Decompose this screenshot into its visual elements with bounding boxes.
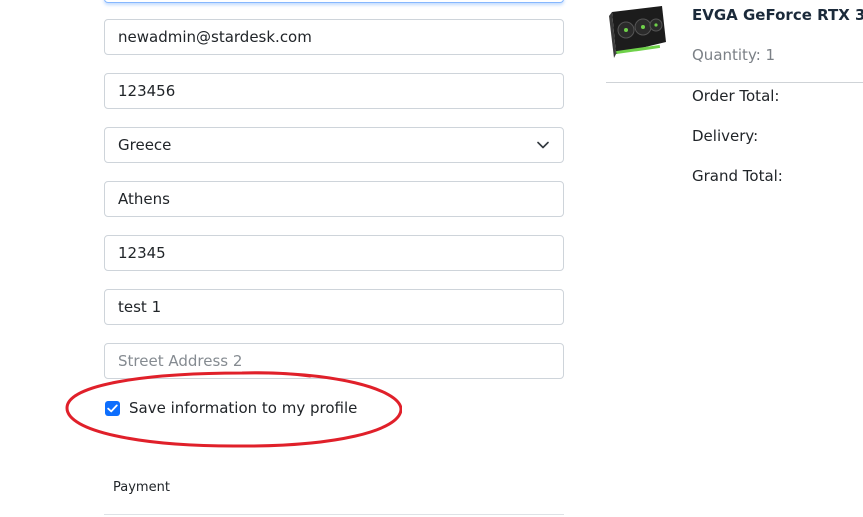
chevron-down-icon — [537, 141, 549, 149]
phone-field[interactable]: 123456 — [104, 73, 564, 109]
country-value: Greece — [118, 136, 172, 154]
summary-divider — [606, 82, 863, 83]
checkout-page: newadmin@stardesk.com 123456 Greece Athe… — [0, 0, 863, 517]
phone-value: 123456 — [118, 82, 176, 100]
focused-input-edge[interactable] — [104, 0, 564, 3]
country-select[interactable]: Greece — [104, 127, 564, 163]
street-address-field[interactable]: test 1 — [104, 289, 564, 325]
highlight-ellipse-annotation — [65, 371, 402, 448]
postal-code-field[interactable]: 12345 — [104, 235, 564, 271]
delivery-label: Delivery: — [692, 127, 759, 145]
email-field[interactable]: newadmin@stardesk.com — [104, 19, 564, 55]
street-address-value: test 1 — [118, 298, 162, 316]
postal-code-value: 12345 — [118, 244, 166, 262]
order-total-label: Order Total: — [692, 87, 780, 105]
product-quantity: Quantity: 1 — [692, 46, 776, 64]
payment-heading: Payment — [113, 480, 170, 495]
section-divider — [104, 514, 564, 515]
city-value: Athens — [118, 190, 170, 208]
product-name[interactable]: EVGA GeForce RTX 3080 — [692, 6, 863, 24]
street-address-2-placeholder: Street Address 2 — [118, 352, 243, 370]
email-value: newadmin@stardesk.com — [118, 28, 312, 46]
grand-total-label: Grand Total: — [692, 167, 783, 185]
city-field[interactable]: Athens — [104, 181, 564, 217]
graphics-card-thumbnail — [609, 6, 666, 58]
